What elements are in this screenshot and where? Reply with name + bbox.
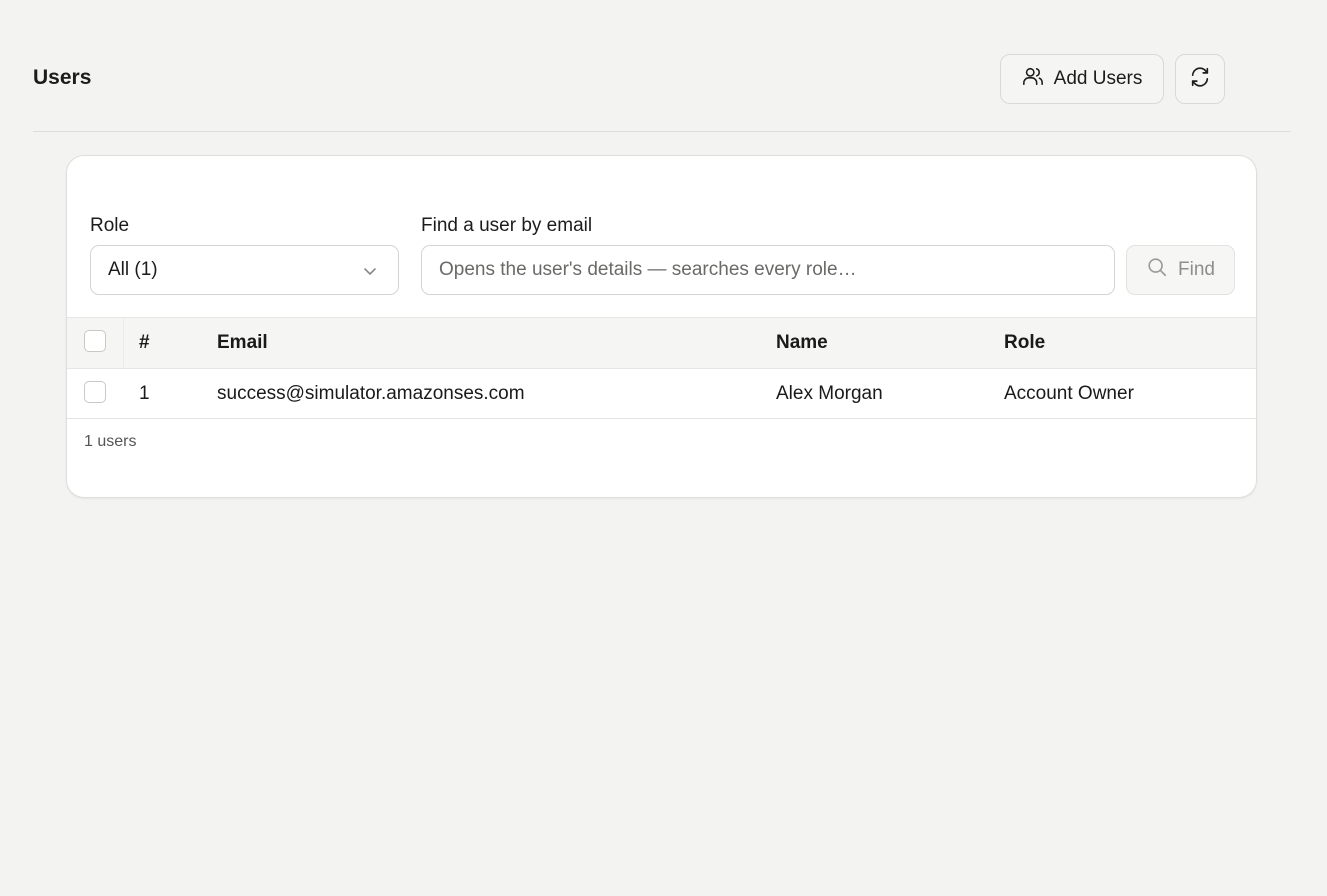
column-header-role[interactable]: Role bbox=[1004, 318, 1045, 368]
column-divider bbox=[123, 318, 124, 368]
column-header-email[interactable]: Email bbox=[217, 318, 268, 368]
column-header-index[interactable]: # bbox=[139, 318, 150, 368]
role-filter-label: Role bbox=[90, 215, 130, 236]
row-email: success@simulator.amazonses.com bbox=[217, 382, 525, 404]
page-title: Users bbox=[33, 66, 92, 89]
role-select[interactable]: All (1) bbox=[90, 245, 399, 295]
user-count: 1 users bbox=[84, 433, 137, 450]
row-name: Alex Morgan bbox=[776, 382, 883, 404]
table-row[interactable]: 1 success@simulator.amazonses.com Alex M… bbox=[67, 369, 1256, 419]
column-header-name[interactable]: Name bbox=[776, 318, 828, 368]
row-index: 1 bbox=[139, 382, 150, 404]
role-select-value: All (1) bbox=[108, 259, 158, 280]
find-button[interactable]: Find bbox=[1126, 245, 1235, 295]
users-card: Role All (1) Find a user by email Find #… bbox=[66, 155, 1257, 498]
row-role: Account Owner bbox=[1004, 382, 1134, 404]
select-all-checkbox[interactable] bbox=[84, 330, 106, 352]
email-search-label: Find a user by email bbox=[421, 215, 593, 236]
users-icon bbox=[1022, 65, 1044, 93]
find-button-label: Find bbox=[1178, 259, 1215, 280]
add-users-button[interactable]: Add Users bbox=[1000, 54, 1164, 104]
table-header: # Email Name Role bbox=[67, 317, 1256, 369]
add-users-label: Add Users bbox=[1053, 68, 1143, 89]
refresh-icon bbox=[1189, 66, 1211, 93]
chevron-down-icon bbox=[362, 263, 378, 285]
email-search-input[interactable] bbox=[421, 245, 1115, 295]
search-icon bbox=[1146, 256, 1168, 284]
refresh-button[interactable] bbox=[1175, 54, 1225, 104]
row-checkbox[interactable] bbox=[84, 381, 106, 403]
